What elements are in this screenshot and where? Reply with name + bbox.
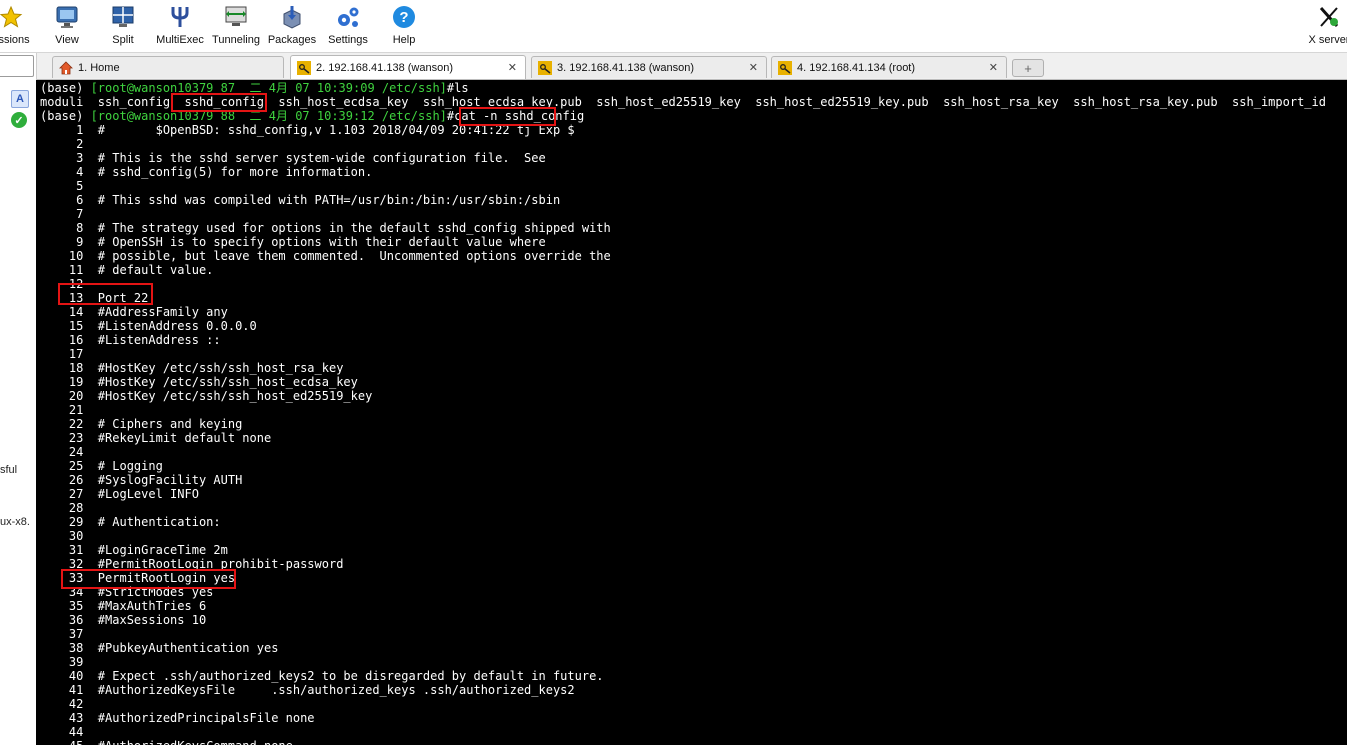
tab-session-4-label: 4. 192.168.41.134 (root) [797, 61, 916, 74]
config-line: 31 #LoginGraceTime 2m [40, 543, 228, 557]
prompt-user-host: [root@wanson10379 88 二 4月 07 10:39:12 /e… [90, 109, 447, 123]
fork-icon [149, 2, 211, 32]
config-line: 6 # This sshd was compiled with PATH=/us… [40, 193, 561, 207]
view-button[interactable]: View [36, 2, 98, 46]
config-line: 29 # Authentication: [40, 515, 221, 529]
config-line: 42 [40, 697, 98, 711]
package-icon [261, 2, 323, 32]
config-line: 11 # default value. [40, 263, 214, 277]
view-label: View [55, 34, 79, 46]
tab-session-4[interactable]: 4. 192.168.41.134 (root) ✕ [771, 56, 1007, 78]
split-button[interactable]: Split [92, 2, 154, 46]
ssh-key-icon [297, 60, 311, 75]
highlight-etc-ssh [459, 107, 556, 126]
monitor-icon [36, 2, 98, 32]
split-label: Split [112, 34, 134, 46]
session-tab-bar: 1. Home 2. 192.168.41.138 (wanson) ✕ 3. … [0, 53, 1347, 80]
packages-button[interactable]: Packages [261, 2, 323, 46]
tab-home[interactable]: 1. Home [52, 56, 284, 78]
ssh-key-icon [778, 60, 792, 75]
config-line: 43 #AuthorizedPrincipalsFile none [40, 711, 315, 725]
sidebar-panel: A ✓ sful ux-x8. [0, 53, 37, 745]
config-line: 9 # OpenSSH is to specify options with t… [40, 235, 546, 249]
config-line: 27 #LogLevel INFO [40, 487, 199, 501]
main-toolbar: essions View Split MultiExec Tunneling P… [0, 0, 1347, 53]
prompt-env: (base) [40, 81, 91, 95]
tunnel-icon [205, 2, 267, 32]
help-button[interactable]: ? Help [373, 2, 435, 46]
config-line: 37 [40, 627, 98, 641]
close-icon[interactable]: ✕ [508, 61, 517, 74]
gears-icon [317, 2, 379, 32]
packages-label: Packages [267, 34, 317, 46]
config-line: 2 [40, 137, 98, 151]
config-line: 20 #HostKey /etc/ssh/ssh_host_ed25519_ke… [40, 389, 373, 403]
home-icon [59, 60, 73, 75]
config-line: 44 [40, 725, 98, 739]
multiexec-button[interactable]: MultiExec [149, 2, 211, 46]
config-line: 45 #AuthorizedKeysCommand none [40, 739, 293, 745]
help-icon: ? [373, 2, 435, 32]
tab-session-2-label: 2. 192.168.41.138 (wanson) [316, 61, 453, 74]
close-icon[interactable]: ✕ [989, 61, 998, 74]
tab-session-3-label: 3. 192.168.41.138 (wanson) [557, 61, 694, 74]
config-line: 36 #MaxSessions 10 [40, 613, 207, 627]
sidebar-text-1: sful [0, 464, 18, 476]
tunneling-label: Tunneling [212, 34, 260, 46]
ssh-key-icon [538, 60, 552, 75]
x-server-button[interactable]: X server [1298, 2, 1347, 46]
tab-session-2[interactable]: 2. 192.168.41.138 (wanson) ✕ [290, 55, 526, 79]
config-line: 3 # This is the sshd server system-wide … [40, 151, 546, 165]
font-icon[interactable]: A [11, 90, 29, 108]
config-line: 22 # Ciphers and keying [40, 417, 243, 431]
config-line: 16 #ListenAddress :: [40, 333, 221, 347]
svg-text:?: ? [399, 9, 408, 26]
tab-session-3[interactable]: 3. 192.168.41.138 (wanson) ✕ [531, 56, 767, 78]
config-line: 38 #PubkeyAuthentication yes [40, 641, 279, 655]
highlight-sshd-config [171, 93, 267, 112]
x-server-icon [1298, 2, 1347, 32]
prompt-user-host: [root@wanson10379 87 二 4月 07 10:39:09 /e… [90, 81, 447, 95]
config-line: 14 #AddressFamily any [40, 305, 228, 319]
config-line: 21 [40, 403, 98, 417]
check-icon[interactable]: ✓ [11, 112, 27, 128]
config-line: 4 # sshd_config(5) for more information. [40, 165, 373, 179]
config-line: 24 [40, 445, 98, 459]
config-line: 41 #AuthorizedKeysFile .ssh/authorized_k… [40, 683, 575, 697]
prompt-env: (base) [40, 109, 91, 123]
config-line: 26 #SyslogFacility AUTH [40, 473, 243, 487]
settings-button[interactable]: Settings [317, 2, 379, 46]
tab-home-label: 1. Home [78, 61, 120, 74]
config-line: 28 [40, 501, 98, 515]
sidebar-text-2: ux-x8. [0, 516, 30, 528]
config-line: 10 # possible, but leave them commented.… [40, 249, 611, 263]
multiexec-label: MultiExec [156, 34, 204, 46]
close-icon[interactable]: ✕ [749, 61, 758, 74]
config-line: 8 # The strategy used for options in the… [40, 221, 611, 235]
config-line: 17 [40, 347, 98, 361]
config-line: 18 #HostKey /etc/ssh/ssh_host_rsa_key [40, 361, 344, 375]
config-line: 7 [40, 207, 98, 221]
highlight-permit-root-login [61, 569, 236, 589]
config-line: 23 #RekeyLimit default none [40, 431, 272, 445]
config-line: 19 #HostKey /etc/ssh/ssh_host_ecdsa_key [40, 375, 358, 389]
config-line: 35 #MaxAuthTries 6 [40, 599, 207, 613]
config-line: 5 [40, 179, 98, 193]
tunneling-button[interactable]: Tunneling [205, 2, 267, 46]
split-icon [92, 2, 154, 32]
highlight-port-22 [58, 283, 153, 305]
help-label: Help [392, 34, 416, 46]
terminal-view[interactable]: (base) [root@wanson10379 87 二 4月 07 10:3… [36, 80, 1347, 745]
config-line: 15 #ListenAddress 0.0.0.0 [40, 319, 257, 333]
config-line: 39 [40, 655, 98, 669]
config-line: 40 # Expect .ssh/authorized_keys2 to be … [40, 669, 604, 683]
sidebar-search-input[interactable] [0, 55, 34, 77]
new-tab-button[interactable]: + [1012, 59, 1044, 77]
x-server-label: X server [1308, 34, 1347, 46]
config-line: 30 [40, 529, 98, 543]
prompt-command: #ls [446, 81, 469, 95]
config-line: 25 # Logging [40, 459, 163, 473]
settings-label: Settings [328, 34, 368, 46]
